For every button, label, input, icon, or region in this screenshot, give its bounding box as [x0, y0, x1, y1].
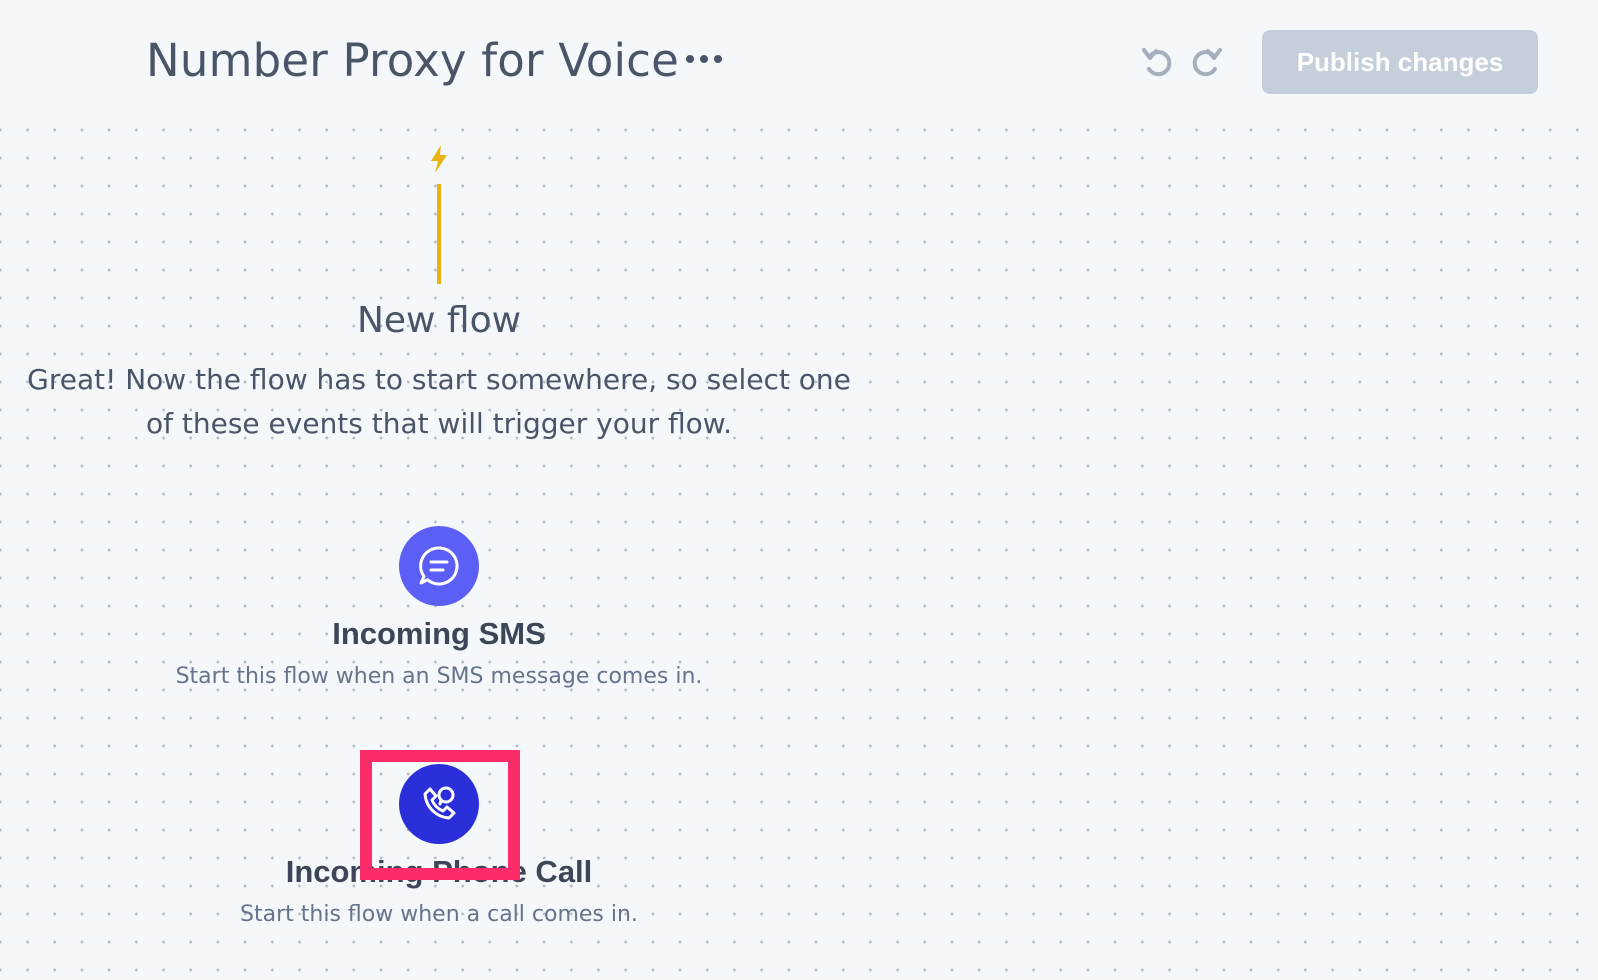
- incoming-phone-call-title: Incoming Phone Call: [285, 854, 593, 889]
- incoming-sms-title: Incoming SMS: [332, 616, 546, 651]
- more-horizontal-icon: [714, 55, 722, 63]
- redo-icon: [1192, 48, 1222, 77]
- flow-connector-line: [437, 184, 441, 284]
- sms-trigger-icon-circle[interactable]: [399, 526, 479, 606]
- chat-bubble-icon: [419, 546, 459, 586]
- incoming-phone-call-trigger[interactable]: Incoming Phone Call Start this flow when…: [160, 764, 718, 932]
- new-flow-heading: New flow: [356, 300, 522, 341]
- more-horizontal-icon: [700, 55, 708, 63]
- redo-button[interactable]: [1186, 42, 1226, 82]
- top-bar: Number Proxy for Voice Publish changes: [0, 0, 1598, 120]
- publish-changes-button[interactable]: Publish changes: [1262, 30, 1538, 94]
- call-trigger-icon-circle[interactable]: [399, 764, 479, 844]
- incoming-sms-description: Start this flow when an SMS message come…: [175, 664, 703, 689]
- undo-button[interactable]: [1138, 42, 1178, 82]
- flow-name-title[interactable]: Number Proxy for Voice: [146, 32, 679, 90]
- new-flow-description: Great! Now the flow has to start somewhe…: [27, 363, 851, 440]
- more-horizontal-icon: [686, 55, 694, 63]
- undo-icon: [1142, 48, 1172, 77]
- incoming-sms-trigger[interactable]: Incoming SMS Start this flow when an SMS…: [160, 526, 718, 694]
- lightning-bolt-icon: [431, 145, 447, 173]
- phone-call-icon: [423, 786, 456, 820]
- more-options-button[interactable]: [680, 44, 728, 74]
- incoming-phone-call-description: Start this flow when a call comes in.: [240, 902, 638, 927]
